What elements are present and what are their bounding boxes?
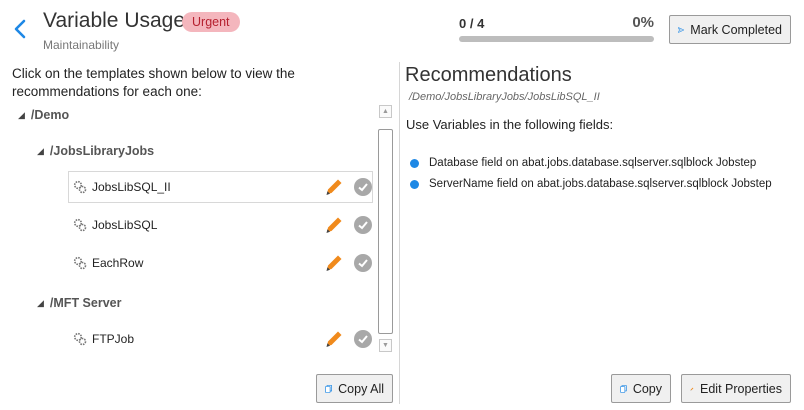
copy-icon bbox=[325, 384, 332, 393]
pencil-icon bbox=[690, 387, 694, 390]
template-row[interactable]: FTPJob bbox=[68, 323, 373, 355]
template-row[interactable]: JobsLibSQL_II bbox=[68, 171, 373, 203]
category-subtitle: Maintainability bbox=[43, 38, 120, 52]
template-path: /Demo/JobsLibraryJobs/JobsLibSQL_II bbox=[409, 91, 600, 103]
collapse-triangle-icon: ◢ bbox=[37, 145, 44, 156]
progress-percent: 0% bbox=[632, 14, 654, 31]
tree-node-label: /Demo bbox=[30, 108, 70, 122]
tree-node-label: /JobsLibraryJobs bbox=[49, 144, 155, 158]
progress-bar bbox=[459, 36, 654, 42]
complete-check-button[interactable] bbox=[354, 330, 372, 348]
tree-node-root[interactable]: ◢ /Demo bbox=[18, 108, 69, 122]
edit-properties-button[interactable]: Edit Properties bbox=[681, 374, 791, 403]
back-button[interactable] bbox=[10, 16, 32, 42]
copy-all-label: Copy All bbox=[338, 381, 384, 396]
template-name: JobsLibSQL_II bbox=[92, 180, 171, 194]
chevron-left-icon bbox=[14, 19, 26, 39]
complete-check-button[interactable] bbox=[354, 254, 372, 272]
recommendations-intro: Use Variables in the following fields: bbox=[406, 117, 614, 132]
check-icon bbox=[358, 335, 368, 344]
priority-badge: Urgent bbox=[182, 12, 240, 32]
recommendation-item: Database field on abat.jobs.database.sql… bbox=[410, 157, 756, 169]
check-icon bbox=[358, 183, 368, 192]
complete-check-button[interactable] bbox=[354, 216, 372, 234]
instructions-text: Click on the templates shown below to vi… bbox=[12, 66, 295, 99]
template-name: FTPJob bbox=[92, 332, 135, 346]
template-name: EachRow bbox=[92, 256, 144, 270]
tree-node-folder[interactable]: ◢ /JobsLibraryJobs bbox=[37, 144, 154, 158]
collapse-triangle-icon: ◢ bbox=[18, 109, 25, 120]
edit-pencil-icon[interactable] bbox=[323, 328, 345, 350]
mark-completed-label: Mark Completed bbox=[690, 22, 782, 37]
progress-count: 0 / 4 bbox=[459, 16, 485, 31]
edit-pencil-icon[interactable] bbox=[323, 252, 345, 274]
bullet-icon bbox=[410, 158, 419, 168]
recommendation-text: ServerName field on abat.jobs.database.s… bbox=[429, 178, 772, 190]
recommendation-text: Database field on abat.jobs.database.sql… bbox=[429, 157, 757, 169]
scroll-down-arrow-icon[interactable]: ▼ bbox=[379, 339, 392, 352]
recommendations-title: Recommendations bbox=[405, 64, 572, 86]
template-gear-icon bbox=[73, 256, 87, 270]
template-gear-icon bbox=[73, 180, 87, 194]
template-gear-icon bbox=[73, 218, 87, 232]
copy-icon bbox=[620, 384, 627, 393]
tree-scrollbar[interactable]: ▲ ▼ bbox=[378, 105, 393, 352]
tree-node-label: /MFT Server bbox=[49, 296, 122, 310]
copy-all-button[interactable]: Copy All bbox=[316, 374, 393, 403]
edit-pencil-icon[interactable] bbox=[323, 214, 345, 236]
template-name: JobsLibSQL bbox=[92, 218, 158, 232]
template-row[interactable]: EachRow bbox=[68, 247, 373, 279]
send-icon bbox=[678, 26, 685, 33]
bullet-icon bbox=[410, 179, 419, 189]
scrollbar-thumb[interactable] bbox=[378, 129, 393, 334]
check-icon bbox=[358, 259, 368, 268]
copy-button[interactable]: Copy bbox=[611, 374, 671, 403]
copy-label: Copy bbox=[632, 381, 662, 396]
check-icon bbox=[358, 221, 368, 230]
edit-properties-label: Edit Properties bbox=[700, 381, 782, 396]
tree-node-folder[interactable]: ◢ /MFT Server bbox=[37, 296, 121, 310]
mark-completed-button[interactable]: Mark Completed bbox=[669, 15, 791, 44]
template-row[interactable]: JobsLibSQL bbox=[68, 209, 373, 241]
template-gear-icon bbox=[73, 332, 87, 346]
page-title: Variable Usage bbox=[43, 9, 186, 32]
collapse-triangle-icon: ◢ bbox=[37, 297, 44, 308]
recommendation-item: ServerName field on abat.jobs.database.s… bbox=[410, 178, 772, 190]
complete-check-button[interactable] bbox=[354, 178, 372, 196]
edit-pencil-icon[interactable] bbox=[323, 176, 345, 198]
panel-divider bbox=[399, 62, 400, 404]
scroll-up-arrow-icon[interactable]: ▲ bbox=[379, 105, 392, 118]
